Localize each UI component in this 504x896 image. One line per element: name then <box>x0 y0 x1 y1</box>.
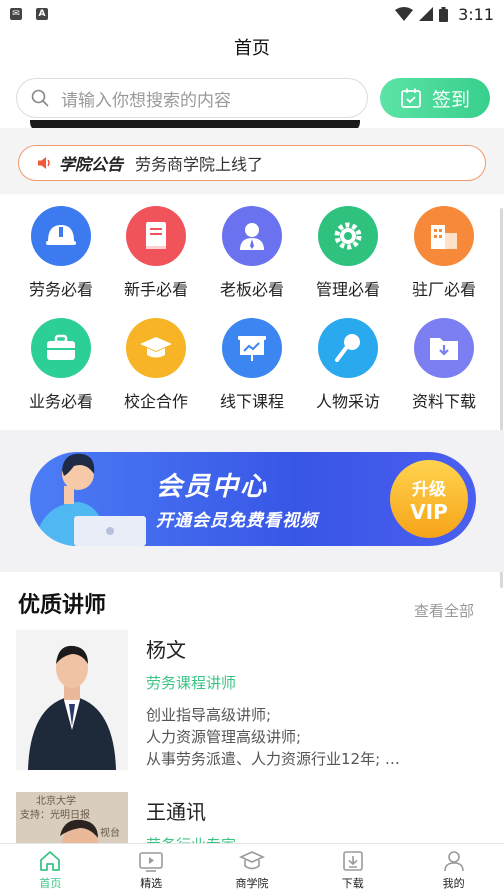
category-label: 驻厂必看 <box>411 280 476 299</box>
notice-text: 劳务商学院上线了 <box>135 155 264 174</box>
tab-label: 下载 <box>341 877 364 890</box>
page-title: 首页 <box>234 38 270 59</box>
gear-icon <box>318 206 378 266</box>
helmet-icon <box>31 206 91 266</box>
checkin-button[interactable]: 签到 <box>380 78 490 118</box>
teacher-photo <box>16 630 128 770</box>
upgrade-vip-button[interactable]: 升级 VIP <box>390 460 468 538</box>
category-label: 老板必看 <box>219 280 284 299</box>
category-item-management[interactable]: 管理必看 <box>303 206 393 300</box>
briefcase-icon <box>31 318 91 378</box>
bottom-tab-bar: 首页 精选 商学院 下载 我的 <box>0 843 504 896</box>
folder-download-icon <box>414 318 474 378</box>
video-icon <box>139 852 163 872</box>
book-icon <box>126 206 186 266</box>
teacher-desc-line: 创业指导高级讲师; <box>146 706 272 724</box>
boss-icon <box>222 206 282 266</box>
category-item-newbie[interactable]: 新手必看 <box>111 206 201 300</box>
notice-bar[interactable]: 学院公告 劳务商学院上线了 <box>18 145 486 181</box>
tab-home[interactable]: 首页 <box>0 844 101 896</box>
tab-download[interactable]: 下载 <box>302 844 403 896</box>
home-icon <box>40 851 61 871</box>
teacher-desc-line: 人力资源管理高级讲师; <box>146 728 302 746</box>
category-label: 资料下载 <box>411 392 476 411</box>
tab-mine[interactable]: 我的 <box>403 844 504 896</box>
section-title: 优质讲师 <box>18 593 107 618</box>
presentation-icon <box>222 318 282 378</box>
category-item-labor[interactable]: 劳务必看 <box>16 206 106 300</box>
vip-subtitle: 开通会员免费看视频 <box>156 511 318 531</box>
building-icon <box>414 206 474 266</box>
microphone-icon <box>318 318 378 378</box>
vip-banner[interactable]: 会员中心 开通会员免费看视频 升级 VIP <box>30 452 476 546</box>
category-item-boss[interactable]: 老板必看 <box>207 206 297 300</box>
vip-title: 会员中心 <box>156 472 269 502</box>
category-item-school[interactable]: 校企合作 <box>111 318 201 412</box>
vip-button-line1: 升级 <box>412 479 446 500</box>
tab-label: 我的 <box>442 877 465 890</box>
teacher-role: 劳务课程讲师 <box>146 674 237 692</box>
tab-label: 首页 <box>39 877 62 890</box>
signal-icon <box>419 7 434 21</box>
category-label: 劳务必看 <box>28 280 93 299</box>
battery-icon <box>439 6 449 22</box>
status-bar: ✉ A 3:11 <box>0 0 504 28</box>
tab-academy[interactable]: 商学院 <box>202 844 303 896</box>
category-item-factory[interactable]: 驻厂必看 <box>399 206 489 300</box>
status-time: 3:11 <box>458 4 494 24</box>
teacher-name: 王通讯 <box>146 800 206 824</box>
view-all-link[interactable]: 查看全部 <box>414 600 474 621</box>
person-laptop-illustration <box>34 453 146 546</box>
calendar-check-icon <box>401 88 421 108</box>
category-item-download[interactable]: 资料下载 <box>399 318 489 412</box>
wifi-icon <box>395 7 414 21</box>
category-item-offline[interactable]: 线下课程 <box>207 318 297 412</box>
teacher-card[interactable]: 杨文 劳务课程讲师 创业指导高级讲师; 人力资源管理高级讲师; 从事劳务派遣、人… <box>16 630 496 775</box>
notice-label: 学院公告 <box>59 155 124 174</box>
category-item-interview[interactable]: 人物采访 <box>303 318 393 412</box>
category-label: 线下课程 <box>219 392 284 411</box>
category-label: 人物采访 <box>315 392 380 411</box>
category-label: 校企合作 <box>123 392 188 411</box>
category-label: 新手必看 <box>123 280 188 299</box>
teacher-description: 创业指导高级讲师; 人力资源管理高级讲师; 从事劳务派遣、人力资源行业12年; … <box>146 704 496 770</box>
category-label: 管理必看 <box>315 280 380 299</box>
checkin-label: 签到 <box>431 88 470 111</box>
user-icon <box>443 851 464 872</box>
download-icon <box>342 851 363 871</box>
search-input[interactable]: 请输入你想搜索的内容 <box>16 78 368 118</box>
tab-label: 精选 <box>140 877 163 890</box>
academy-icon <box>239 851 265 870</box>
teacher-desc-line: 从事劳务派遣、人力资源行业12年; … <box>146 750 400 768</box>
speaker-icon <box>38 157 50 169</box>
search-placeholder: 请输入你想搜索的内容 <box>61 90 231 111</box>
mail-icon: ✉ <box>10 8 22 20</box>
tab-featured[interactable]: 精选 <box>101 844 202 896</box>
category-item-business[interactable]: 业务必看 <box>16 318 106 412</box>
search-row: 请输入你想搜索的内容 签到 <box>16 78 490 118</box>
graduation-cap-icon <box>126 318 186 378</box>
a-icon: A <box>36 8 48 20</box>
category-label: 业务必看 <box>28 392 93 411</box>
search-icon <box>31 89 49 107</box>
teacher-name: 杨文 <box>146 638 186 662</box>
tab-label: 商学院 <box>235 877 269 890</box>
vip-button-line2: VIP <box>410 499 448 524</box>
